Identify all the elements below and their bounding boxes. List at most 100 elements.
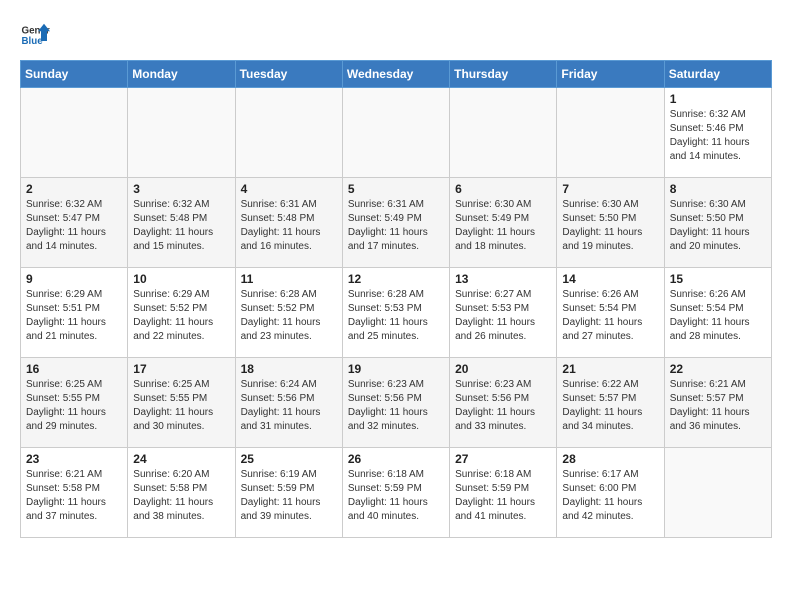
- day-number: 28: [562, 452, 658, 466]
- day-number: 12: [348, 272, 444, 286]
- calendar-cell: 19 Sunrise: 6:23 AM Sunset: 5:56 PM Dayli…: [342, 358, 449, 448]
- logo-icon: General Blue: [20, 20, 50, 50]
- day-number: 4: [241, 182, 337, 196]
- calendar-cell: [664, 448, 771, 538]
- day-number: 7: [562, 182, 658, 196]
- day-number: 11: [241, 272, 337, 286]
- day-info: Sunrise: 6:29 AM Sunset: 5:52 PM Dayligh…: [133, 288, 229, 344]
- day-number: 15: [670, 272, 766, 286]
- day-info: Sunrise: 6:23 AM Sunset: 5:56 PM Dayligh…: [455, 378, 551, 434]
- day-number: 13: [455, 272, 551, 286]
- calendar-cell: 1 Sunrise: 6:32 AM Sunset: 5:46 PM Daylig…: [664, 88, 771, 178]
- calendar-week-row: 2 Sunrise: 6:32 AM Sunset: 5:47 PM Daylig…: [21, 178, 772, 268]
- calendar-cell: [128, 88, 235, 178]
- calendar-cell: 25 Sunrise: 6:19 AM Sunset: 5:59 PM Dayli…: [235, 448, 342, 538]
- calendar-cell: [342, 88, 449, 178]
- calendar-cell: 21 Sunrise: 6:22 AM Sunset: 5:57 PM Dayli…: [557, 358, 664, 448]
- day-number: 9: [26, 272, 122, 286]
- calendar-cell: 12 Sunrise: 6:28 AM Sunset: 5:53 PM Dayli…: [342, 268, 449, 358]
- day-info: Sunrise: 6:17 AM Sunset: 6:00 PM Dayligh…: [562, 468, 658, 524]
- day-number: 16: [26, 362, 122, 376]
- day-info: Sunrise: 6:21 AM Sunset: 5:57 PM Dayligh…: [670, 378, 766, 434]
- day-number: 23: [26, 452, 122, 466]
- day-info: Sunrise: 6:25 AM Sunset: 5:55 PM Dayligh…: [26, 378, 122, 434]
- calendar-cell: 8 Sunrise: 6:30 AM Sunset: 5:50 PM Daylig…: [664, 178, 771, 268]
- day-info: Sunrise: 6:19 AM Sunset: 5:59 PM Dayligh…: [241, 468, 337, 524]
- calendar-week-row: 9 Sunrise: 6:29 AM Sunset: 5:51 PM Daylig…: [21, 268, 772, 358]
- day-info: Sunrise: 6:21 AM Sunset: 5:58 PM Dayligh…: [26, 468, 122, 524]
- day-number: 27: [455, 452, 551, 466]
- column-header-friday: Friday: [557, 61, 664, 88]
- calendar-header-row: SundayMondayTuesdayWednesdayThursdayFrid…: [21, 61, 772, 88]
- column-header-monday: Monday: [128, 61, 235, 88]
- day-info: Sunrise: 6:24 AM Sunset: 5:56 PM Dayligh…: [241, 378, 337, 434]
- calendar-cell: 5 Sunrise: 6:31 AM Sunset: 5:49 PM Daylig…: [342, 178, 449, 268]
- calendar-cell: [557, 88, 664, 178]
- logo: General Blue: [20, 20, 50, 50]
- header: General Blue: [20, 20, 772, 50]
- day-info: Sunrise: 6:18 AM Sunset: 5:59 PM Dayligh…: [348, 468, 444, 524]
- day-number: 19: [348, 362, 444, 376]
- day-info: Sunrise: 6:27 AM Sunset: 5:53 PM Dayligh…: [455, 288, 551, 344]
- day-info: Sunrise: 6:30 AM Sunset: 5:49 PM Dayligh…: [455, 198, 551, 254]
- day-number: 20: [455, 362, 551, 376]
- day-info: Sunrise: 6:32 AM Sunset: 5:47 PM Dayligh…: [26, 198, 122, 254]
- calendar-week-row: 23 Sunrise: 6:21 AM Sunset: 5:58 PM Dayli…: [21, 448, 772, 538]
- day-info: Sunrise: 6:29 AM Sunset: 5:51 PM Dayligh…: [26, 288, 122, 344]
- column-header-sunday: Sunday: [21, 61, 128, 88]
- day-number: 22: [670, 362, 766, 376]
- calendar-cell: 14Sunrise: 6:26 AM Sunset: 5:54 PM Dayli…: [557, 268, 664, 358]
- calendar-week-row: 1 Sunrise: 6:32 AM Sunset: 5:46 PM Daylig…: [21, 88, 772, 178]
- day-info: Sunrise: 6:25 AM Sunset: 5:55 PM Dayligh…: [133, 378, 229, 434]
- day-info: Sunrise: 6:30 AM Sunset: 5:50 PM Dayligh…: [670, 198, 766, 254]
- calendar-cell: 2 Sunrise: 6:32 AM Sunset: 5:47 PM Daylig…: [21, 178, 128, 268]
- calendar-week-row: 16 Sunrise: 6:25 AM Sunset: 5:55 PM Dayli…: [21, 358, 772, 448]
- calendar-cell: 27 Sunrise: 6:18 AM Sunset: 5:59 PM Dayli…: [450, 448, 557, 538]
- calendar-cell: 9 Sunrise: 6:29 AM Sunset: 5:51 PM Daylig…: [21, 268, 128, 358]
- day-info: Sunrise: 6:23 AM Sunset: 5:56 PM Dayligh…: [348, 378, 444, 434]
- calendar-cell: 6 Sunrise: 6:30 AM Sunset: 5:49 PM Daylig…: [450, 178, 557, 268]
- day-info: Sunrise: 6:30 AM Sunset: 5:50 PM Dayligh…: [562, 198, 658, 254]
- day-number: 2: [26, 182, 122, 196]
- calendar-cell: 15 Sunrise: 6:26 AM Sunset: 5:54 PM Dayli…: [664, 268, 771, 358]
- calendar-cell: 10 Sunrise: 6:29 AM Sunset: 5:52 PM Dayli…: [128, 268, 235, 358]
- calendar-cell: 3Sunrise: 6:32 AM Sunset: 5:48 PM Daylig…: [128, 178, 235, 268]
- calendar-cell: 24 Sunrise: 6:20 AM Sunset: 5:58 PM Dayli…: [128, 448, 235, 538]
- day-number: 21: [562, 362, 658, 376]
- calendar-cell: [21, 88, 128, 178]
- calendar-cell: 28 Sunrise: 6:17 AM Sunset: 6:00 PM Dayli…: [557, 448, 664, 538]
- calendar-cell: 16 Sunrise: 6:25 AM Sunset: 5:55 PM Dayli…: [21, 358, 128, 448]
- day-info: Sunrise: 6:20 AM Sunset: 5:58 PM Dayligh…: [133, 468, 229, 524]
- day-number: 8: [670, 182, 766, 196]
- day-info: Sunrise: 6:28 AM Sunset: 5:52 PM Dayligh…: [241, 288, 337, 344]
- day-info: Sunrise: 6:26 AM Sunset: 5:54 PM Dayligh…: [670, 288, 766, 344]
- calendar-cell: [235, 88, 342, 178]
- day-info: Sunrise: 6:28 AM Sunset: 5:53 PM Dayligh…: [348, 288, 444, 344]
- day-number: 10: [133, 272, 229, 286]
- day-number: 5: [348, 182, 444, 196]
- calendar-cell: 23 Sunrise: 6:21 AM Sunset: 5:58 PM Dayli…: [21, 448, 128, 538]
- column-header-wednesday: Wednesday: [342, 61, 449, 88]
- day-info: Sunrise: 6:32 AM Sunset: 5:46 PM Dayligh…: [670, 108, 766, 164]
- day-number: 1: [670, 92, 766, 106]
- day-info: Sunrise: 6:31 AM Sunset: 5:49 PM Dayligh…: [348, 198, 444, 254]
- calendar-cell: [450, 88, 557, 178]
- calendar-cell: 18 Sunrise: 6:24 AM Sunset: 5:56 PM Dayli…: [235, 358, 342, 448]
- calendar-cell: 17 Sunrise: 6:25 AM Sunset: 5:55 PM Dayli…: [128, 358, 235, 448]
- calendar-cell: 7 Sunrise: 6:30 AM Sunset: 5:50 PM Daylig…: [557, 178, 664, 268]
- calendar-cell: 20 Sunrise: 6:23 AM Sunset: 5:56 PM Dayli…: [450, 358, 557, 448]
- day-info: Sunrise: 6:31 AM Sunset: 5:48 PM Dayligh…: [241, 198, 337, 254]
- day-number: 6: [455, 182, 551, 196]
- day-number: 18: [241, 362, 337, 376]
- column-header-saturday: Saturday: [664, 61, 771, 88]
- day-number: 25: [241, 452, 337, 466]
- day-number: 17: [133, 362, 229, 376]
- day-number: 24: [133, 452, 229, 466]
- svg-text:Blue: Blue: [22, 36, 44, 47]
- day-number: 3: [133, 182, 229, 196]
- column-header-tuesday: Tuesday: [235, 61, 342, 88]
- day-info: Sunrise: 6:22 AM Sunset: 5:57 PM Dayligh…: [562, 378, 658, 434]
- day-info: Sunrise: 6:18 AM Sunset: 5:59 PM Dayligh…: [455, 468, 551, 524]
- calendar-cell: 26Sunrise: 6:18 AM Sunset: 5:59 PM Dayli…: [342, 448, 449, 538]
- calendar-cell: 13 Sunrise: 6:27 AM Sunset: 5:53 PM Dayli…: [450, 268, 557, 358]
